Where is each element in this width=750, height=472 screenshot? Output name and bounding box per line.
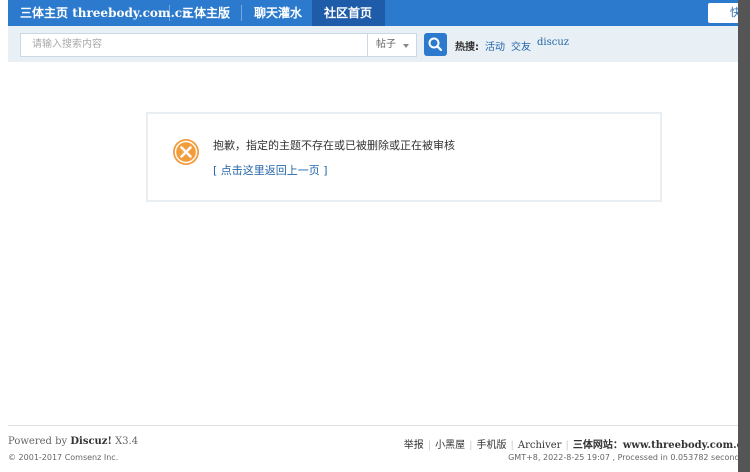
back-link[interactable]: [ 点击这里返回上一页 ] [213,162,328,178]
error-message-box: 抱歉，指定的主题不存在或已被删除或正在被审核 [ 点击这里返回上一页 ] [146,112,662,202]
error-icon [173,139,199,165]
search-button[interactable] [424,33,447,56]
search-icon [428,37,443,52]
footer-link-report[interactable]: 举报 [404,440,424,451]
hot-search-link[interactable]: 交友 [511,38,531,53]
hot-search-link[interactable]: 活动 [485,38,505,53]
nav-main-board[interactable]: 三体主版 [170,0,242,26]
powered-by: Powered by Discuz! X3.4 [8,436,138,447]
hot-search-link[interactable]: discuz [537,37,569,48]
search-type-label: 帖子 [376,39,396,50]
footer-link-blacklist[interactable]: 小黑屋 [435,440,465,451]
nav-chat-board[interactable]: 聊天灌水 [242,0,314,26]
search-type-select[interactable]: 帖子 [367,33,417,57]
nav-home-label: 三体主页 [20,6,69,20]
search-bar: 请输入搜索内容 帖子 热搜: 活动 交友 discuz [8,26,750,62]
hot-search-label: 热搜: [455,42,479,53]
footer-links: 举报 | 小黑屋 | 手机版 | Archiver | 三体网站：www.threebody.c… [404,436,750,451]
footer-separator: | [565,440,569,451]
top-navbar: 三体主页 threebody.com.cn 三体主版 聊天灌水 社区首页 快捷导… [8,0,750,26]
footer-separator: | [427,440,432,451]
footer-site-label: 三体网站： [572,440,623,451]
copyright: © 2001-2017 Comsenz Inc. [8,453,119,462]
chevron-down-icon [403,44,409,48]
footer-link-archiver[interactable]: Archiver [518,440,562,451]
search-input[interactable]: 请输入搜索内容 [20,33,367,57]
footer-meta: GMT+8, 2022-8-25 19:07 , Processed in 0.… [508,453,750,462]
footer-separator: | [469,440,473,451]
footer-site-domain[interactable]: www.threebody.com.cn [623,440,750,451]
powered-prefix: Powered by [8,436,68,447]
footer-separator: | [510,440,514,451]
scrollbar[interactable] [738,0,750,472]
footer-divider [8,425,750,426]
footer-link-mobile[interactable]: 手机版 [476,440,506,451]
nav-community-home[interactable]: 社区首页 [312,0,385,26]
powered-version: X3.4 [115,436,139,447]
discuz-link[interactable]: Discuz! [70,436,112,447]
error-message-text: 抱歉，指定的主题不存在或已被删除或正在被审核 [213,139,455,152]
